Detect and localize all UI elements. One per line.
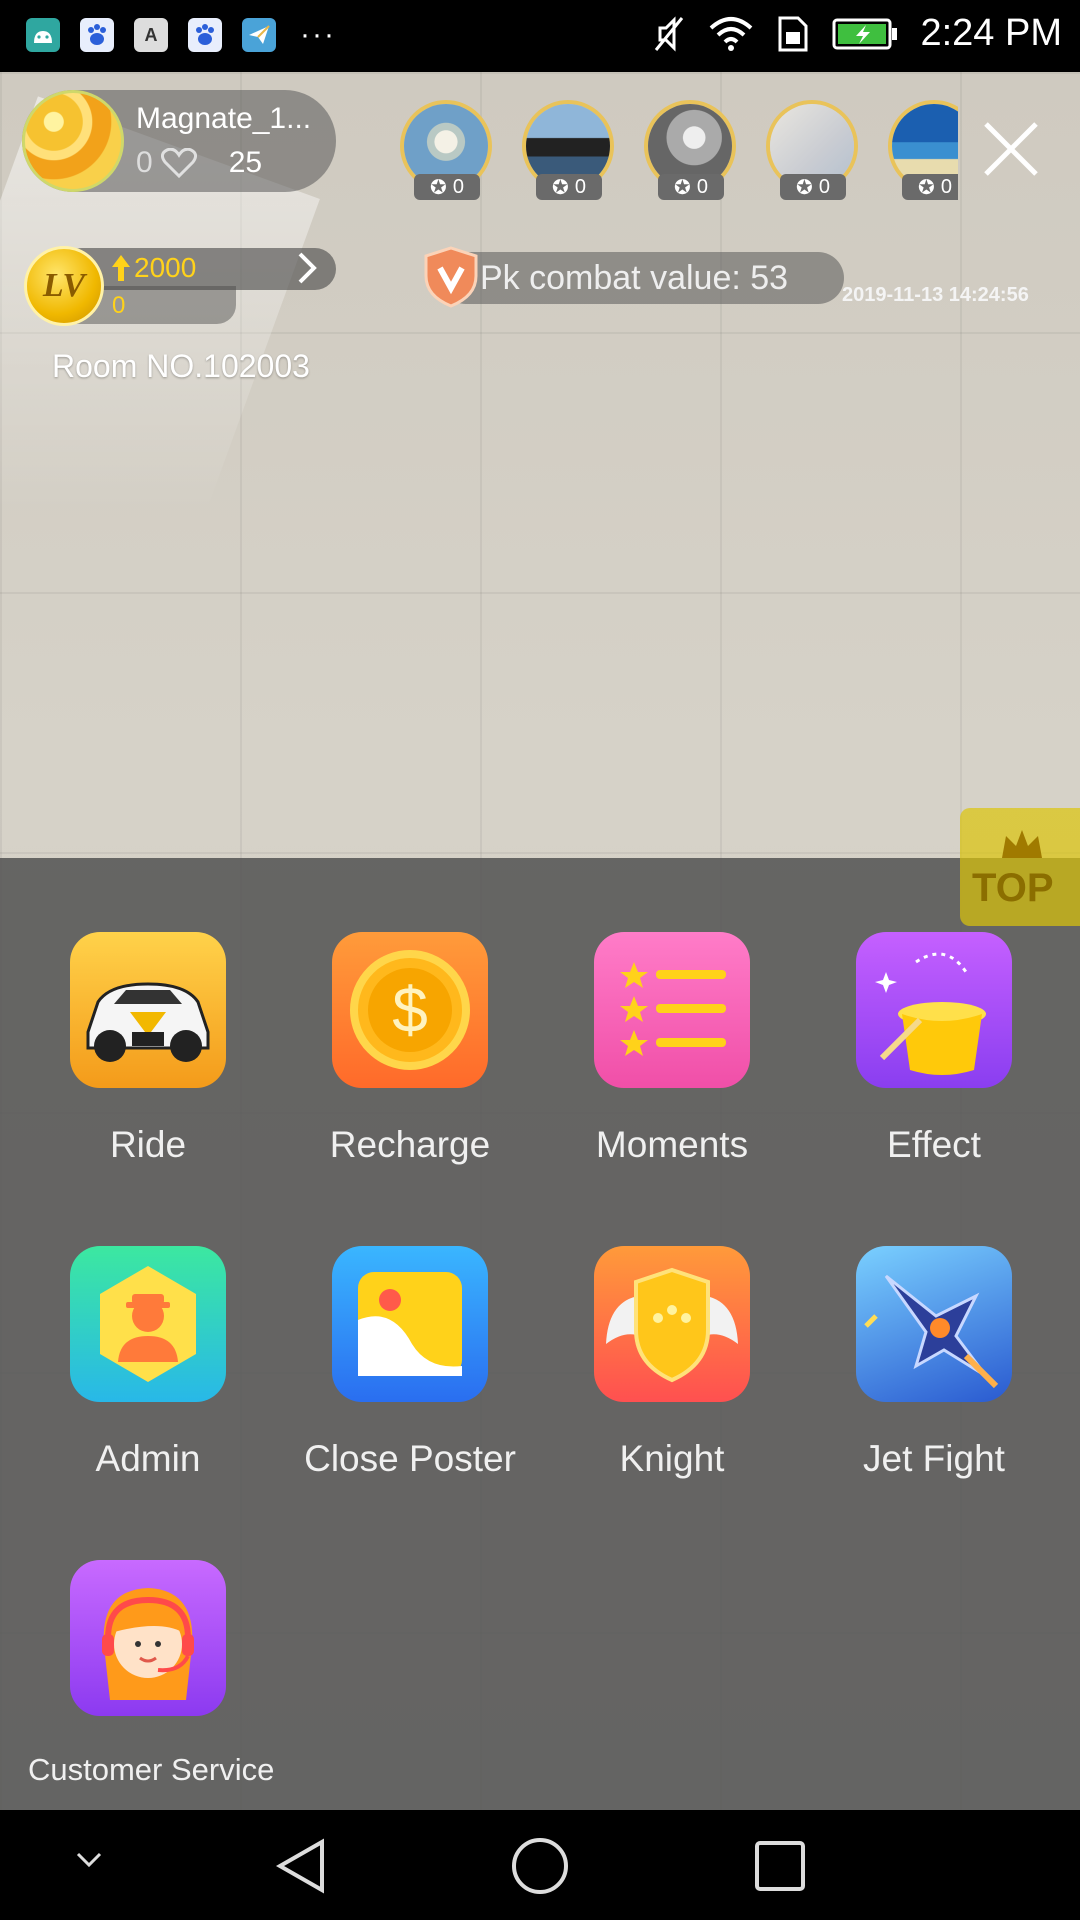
star-icon: ✪ [430, 176, 447, 199]
sports-car-icon [70, 932, 226, 1088]
audience-count: 0 [574, 175, 586, 198]
audience-count: 0 [696, 175, 708, 198]
audience-badge: ✪ 0 [780, 174, 846, 200]
audience-count: 0 [940, 175, 952, 198]
star-icon: ✪ [552, 176, 569, 199]
close-icon[interactable] [976, 114, 1046, 184]
battery-charging-icon [832, 18, 898, 49]
host-name: Magnate_1... [136, 102, 312, 135]
audience-badge: ✪ 0 [414, 174, 480, 200]
poster-image-icon [332, 1246, 488, 1402]
baidu-app-icon [80, 18, 114, 52]
more-dots-icon: ··· [300, 18, 336, 51]
host-stats: 0 25 [136, 146, 262, 180]
room-number: Room NO.102003 [52, 348, 310, 384]
effect-label: Effect [887, 1124, 981, 1165]
mute-icon [655, 15, 684, 52]
level-coin-icon: LV [24, 246, 104, 326]
knight-button[interactable]: Knight [552, 1246, 792, 1480]
audience-badge: ✪ 0 [536, 174, 602, 200]
audience-badge: ✪ 0 [658, 174, 724, 200]
magic-hat-icon [856, 932, 1012, 1088]
ride-label: Ride [109, 1124, 187, 1165]
clock: 2:24 PM [920, 12, 1062, 54]
top-label: TOP [972, 866, 1054, 910]
headset-agent-icon [70, 1560, 226, 1716]
jet-fighter-icon [856, 1246, 1012, 1402]
timestamp: 2019-11-13 14:24:56 [842, 284, 1029, 306]
recharge-button[interactable]: $ Recharge [290, 932, 530, 1166]
home-icon[interactable] [510, 1836, 570, 1896]
audience-avatar[interactable]: ✪ 0 [644, 100, 738, 200]
wifi-icon [710, 16, 753, 51]
audience-avatar[interactable]: ✪ 0 [766, 100, 860, 200]
moments-label: Moments [595, 1124, 749, 1165]
customer-service-label: Customer Service [28, 1752, 275, 1787]
host-likes: 0 [136, 146, 153, 179]
dollar-coin-icon: $ [332, 932, 488, 1088]
level-target: 2000 [112, 252, 196, 284]
chevron-down-icon[interactable] [74, 1850, 104, 1870]
jet-fight-button[interactable]: Jet Fight [814, 1246, 1054, 1480]
audience-avatar[interactable]: ✪ 0 [888, 100, 958, 200]
font-app-icon: A [134, 18, 168, 52]
star-icon: ✪ [674, 176, 691, 199]
audience-avatar[interactable]: ✪ 0 [400, 100, 494, 200]
customer-service-button[interactable]: Customer Service [28, 1560, 275, 1788]
close-poster-button[interactable]: Close Poster [290, 1246, 530, 1480]
host-avatar[interactable] [22, 90, 124, 192]
heart-icon [160, 148, 197, 178]
sim-icon [778, 16, 808, 51]
baidu-app-icon [188, 18, 222, 52]
notification-icons: A ··· [26, 18, 336, 52]
audience-count: 0 [818, 175, 830, 198]
audience-badge: ✪ 0 [902, 174, 958, 200]
level-current: 0 [112, 292, 126, 319]
pk-combat-value: Pk combat value: 53 [480, 259, 789, 297]
recharge-label: Recharge [329, 1124, 491, 1165]
winged-shield-icon [594, 1246, 750, 1402]
star-icon: ✪ [918, 176, 935, 199]
more-options-panel: Ride $ Recharge Moments Effect Admin Clo… [0, 858, 1080, 1810]
level-target-value: 2000 [134, 252, 197, 283]
ride-button[interactable]: Ride [28, 932, 268, 1166]
knight-label: Knight [619, 1438, 725, 1479]
audience-count: 0 [452, 175, 464, 198]
admin-button[interactable]: Admin [28, 1246, 268, 1480]
recents-icon[interactable] [754, 1840, 806, 1892]
chevron-right-icon[interactable] [296, 250, 320, 286]
star-icon: ✪ [796, 176, 813, 199]
admin-person-icon [70, 1246, 226, 1402]
status-bar: A ··· 2:24 PM [0, 0, 1080, 72]
host-card[interactable]: Magnate_1... 0 25 [22, 90, 336, 192]
navigation-bar [0, 1810, 1080, 1920]
svg-text:$: $ [392, 974, 428, 1046]
effect-button[interactable]: Effect [814, 932, 1054, 1166]
send-app-icon [242, 18, 276, 52]
host-fans: 25 [228, 146, 263, 179]
close-poster-label: Close Poster [304, 1438, 516, 1479]
audience-avatar[interactable]: ✪ 0 [522, 100, 616, 200]
back-icon[interactable] [274, 1838, 330, 1894]
android-app-icon [26, 18, 60, 52]
crown-icon [1002, 830, 1042, 858]
star-list-icon [594, 932, 750, 1088]
top-ranking-tab[interactable]: TOP [960, 808, 1080, 926]
admin-label: Admin [95, 1438, 201, 1479]
arrow-up-icon [112, 255, 130, 281]
shield-v-icon [424, 246, 478, 308]
moments-button[interactable]: Moments [552, 932, 792, 1166]
jet-fight-label: Jet Fight [863, 1438, 1005, 1479]
